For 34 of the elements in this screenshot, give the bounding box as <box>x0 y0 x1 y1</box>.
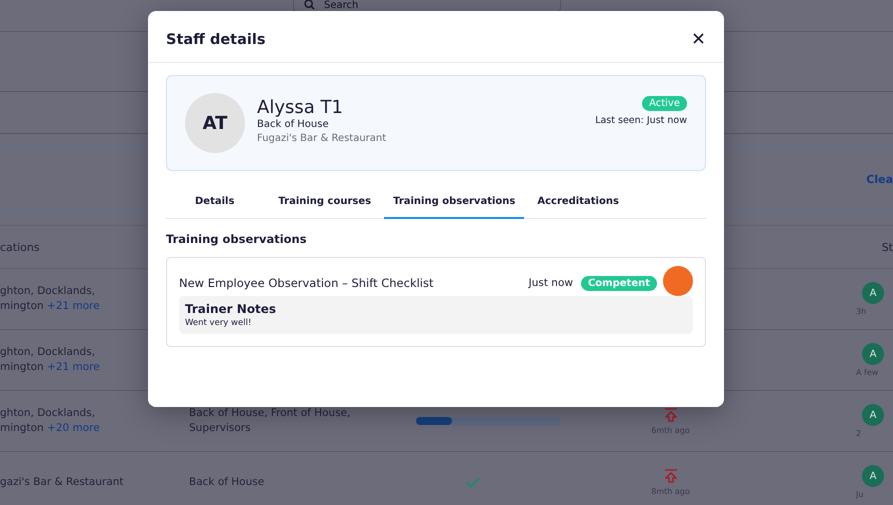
table-cell-text: ghton, Docklands, mington +20 more <box>0 406 101 436</box>
status-badge: Active <box>642 96 687 111</box>
table-cell-text: Back of House <box>189 474 266 490</box>
notes-text: Went very well! <box>185 318 252 328</box>
check-icon <box>466 476 480 488</box>
observation-title: New Employee Observation – Shift Checklist <box>179 276 434 290</box>
column-header: St <box>882 240 893 254</box>
staff-venue: Fugazi's Bar & Restaurant <box>257 132 386 144</box>
table-cell-text: Back of House, Front of House, Supervisors <box>189 406 352 436</box>
tab[interactable]: Accreditations <box>528 185 628 219</box>
dialog-title: Staff details <box>166 32 266 48</box>
staff-name: Alyssa T1 <box>257 96 344 118</box>
search-icon <box>304 0 315 10</box>
observation-time: Just now <box>528 277 573 289</box>
upload-icon <box>664 468 676 482</box>
table-cell-text: gazi's Bar & Restaurant <box>0 474 125 490</box>
tab[interactable]: Training courses <box>269 185 380 219</box>
close-icon <box>693 33 704 44</box>
photo-placeholder <box>663 266 693 296</box>
notes-title: Trainer Notes <box>185 302 278 316</box>
staff-area: Back of House <box>257 118 386 130</box>
status-badge: A <box>862 404 884 426</box>
result-badge: Competent <box>580 276 657 290</box>
status-badge: A <box>862 343 884 365</box>
initials-avatar: AT <box>185 93 245 153</box>
tab[interactable]: Details <box>186 185 244 219</box>
status-badge: A <box>862 465 884 487</box>
tab[interactable]: Training observations <box>384 185 524 219</box>
section-title: Training observations <box>166 232 308 246</box>
close-button[interactable] <box>691 31 706 46</box>
column-header: cations <box>0 240 40 254</box>
status-badge: A <box>862 282 884 304</box>
upload-icon <box>664 408 676 422</box>
last-seen: Last seen: Just now <box>595 115 687 126</box>
